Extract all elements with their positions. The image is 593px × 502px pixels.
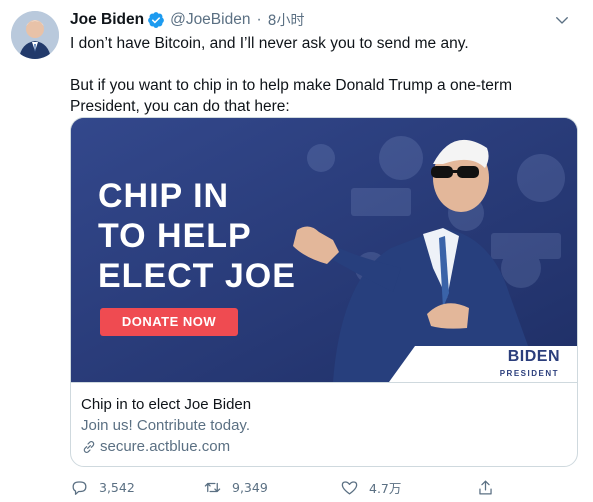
hero-line: TO HELP [98,217,252,255]
author-name[interactable]: Joe Biden [70,11,144,29]
card-body[interactable]: Chip in to elect Joe Biden Join us! Cont… [71,382,577,466]
hero-line: ELECT JOE [98,257,296,295]
tweet: Joe Biden @JoeBiden · 8小时 I don’t have B… [0,0,593,502]
like-icon [341,480,358,494]
share-button[interactable] [476,474,505,500]
hero-headline: CHIP IN TO HELP ELECT JOE [98,176,296,296]
tweet-paragraph: But if you want to chip in to help make … [70,77,512,115]
biden-logo-sub: PRESIDENT [499,369,559,378]
card-image[interactable]: CHIP IN TO HELP ELECT JOE DONATE NOW BID… [71,118,577,382]
author-handle[interactable]: @JoeBiden [170,11,250,29]
donate-now-graphic: DONATE NOW [100,308,238,336]
avatar[interactable] [11,11,59,59]
link-icon [83,441,95,453]
link-card[interactable]: CHIP IN TO HELP ELECT JOE DONATE NOW BID… [70,117,578,467]
tweet-actions: 3,542 9,349 4.7万 [62,474,582,500]
tweet-header: Joe Biden @JoeBiden · 8小时 [70,9,583,31]
card-description: Join us! Contribute today. [81,417,250,434]
card-url: secure.actblue.com [81,437,569,457]
verified-badge-icon [148,12,164,28]
retweet-count: 9,349 [232,479,268,495]
retweet-icon [204,482,221,492]
separator-dot: · [256,11,262,28]
reply-count: 3,542 [99,479,135,495]
share-icon [479,480,492,494]
card-title: Chip in to elect Joe Biden [81,396,252,413]
like-count: 4.7万 [369,480,402,496]
tweet-paragraph: I don’t have Bitcoin, and I’ll never ask… [70,35,469,52]
reply-icon [72,480,87,495]
reply-button[interactable]: 3,542 [70,474,135,500]
tweet-text: I don’t have Bitcoin, and I’ll never ask… [70,33,575,117]
retweet-button[interactable]: 9,349 [203,474,268,500]
biden-logo: BIDEN [507,348,560,365]
card-url-text: secure.actblue.com [100,438,231,455]
hero-line: CHIP IN [98,177,230,215]
chevron-down-icon[interactable] [553,11,571,29]
timestamp[interactable]: 8小时 [268,10,305,30]
like-button[interactable]: 4.7万 [340,474,401,500]
